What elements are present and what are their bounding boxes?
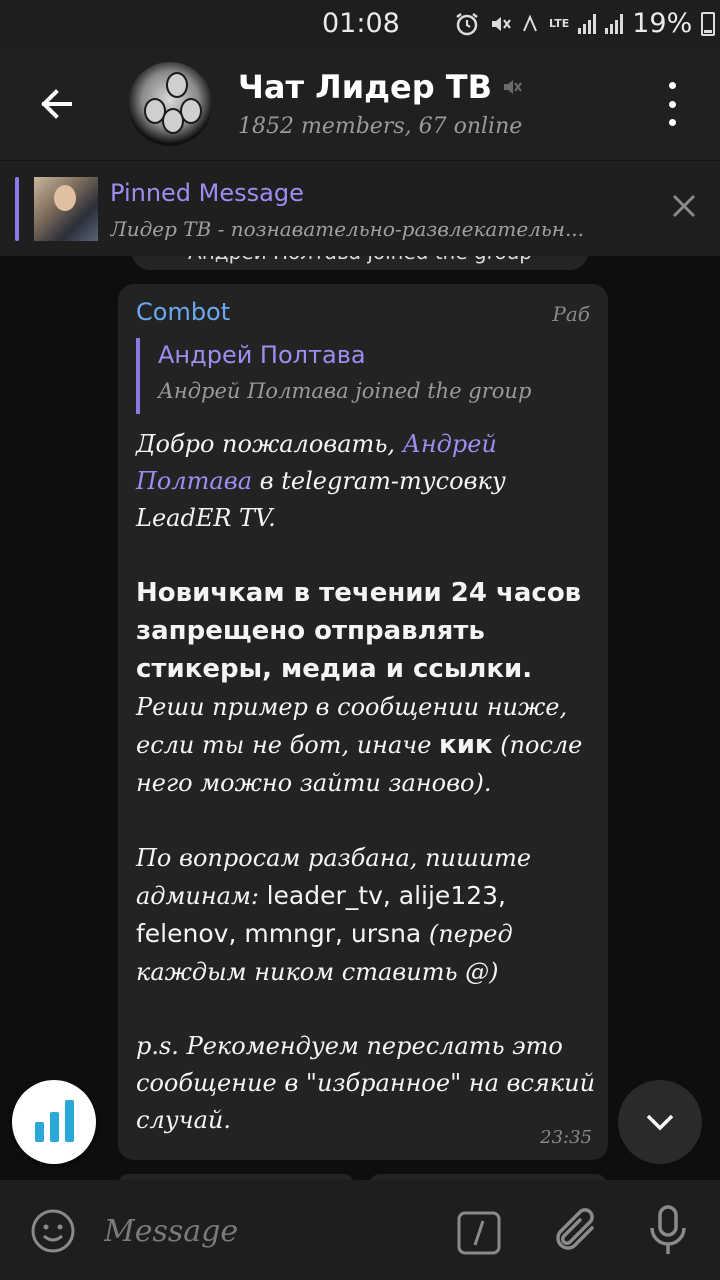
battery-percent: 19%: [632, 8, 693, 39]
pinned-message-bar[interactable]: Pinned Message Лидер ТВ - познавательно-…: [0, 160, 720, 256]
pinned-thumbnail: [34, 177, 98, 241]
battery-icon: [701, 11, 716, 36]
service-message: Андрей Полтава joined the group: [132, 256, 588, 270]
muted-icon: [503, 80, 522, 94]
message-edit-mark: Раб: [552, 302, 590, 326]
members-count: 1852 members, 67 online: [238, 114, 523, 139]
close-pinned-icon[interactable]: [666, 188, 702, 224]
attach-icon[interactable]: [552, 1206, 600, 1256]
stats-bot-button[interactable]: [12, 1080, 96, 1164]
status-time: 01:08: [322, 8, 400, 39]
chevron-down-icon: [646, 1114, 674, 1131]
chart-bar-icon: [49, 1112, 59, 1142]
chat-header: Чат Лидер ТВ 1852 members, 67 online: [0, 48, 720, 160]
mute-sound-icon: [492, 16, 511, 31]
chart-bar-icon: [64, 1100, 74, 1142]
kick-word: кик: [439, 730, 493, 760]
pinned-text: Лидер ТВ - познавательно-развлекательн..…: [110, 217, 585, 241]
bot-commands-icon[interactable]: [456, 1210, 502, 1256]
microphone-icon[interactable]: [646, 1204, 690, 1258]
pinned-accent-bar: [15, 177, 19, 241]
wifi-icon: [523, 13, 537, 31]
status-bar: 01:08 LTE 19%: [0, 0, 720, 48]
lte-icon: LTE: [549, 17, 570, 30]
chat-title-row[interactable]: Чат Лидер ТВ: [238, 68, 522, 106]
chat-title: Чат Лидер ТВ: [238, 68, 492, 106]
status-icons: LTE 19%: [454, 8, 716, 39]
chart-bar-icon: [34, 1122, 44, 1142]
scroll-down-button[interactable]: [618, 1080, 702, 1164]
back-button[interactable]: [30, 78, 82, 130]
signal-icon-2: [605, 13, 624, 34]
message-bubble[interactable]: Combot Раб Андрей Полтава Андрей Полтава…: [118, 284, 608, 1160]
welcome-prefix: Добро пожаловать,: [136, 430, 403, 458]
reply-text: Андрей Полтава joined the group: [158, 379, 532, 403]
ps-text: p.s. Рекомендуем переслать это сообщение…: [136, 1032, 596, 1134]
reply-preview[interactable]: Андрей Полтава Андрей Полтава joined the…: [136, 338, 576, 414]
more-menu-button[interactable]: [652, 82, 692, 126]
message-list[interactable]: Андрей Полтава joined the group Combot Р…: [0, 256, 720, 1180]
dot-icon: [668, 119, 676, 126]
emoji-icon[interactable]: [30, 1208, 76, 1254]
message-text: Добро пожаловать, Андрей Полтава в teleg…: [136, 426, 596, 1139]
message-input[interactable]: [104, 1206, 424, 1256]
back-arrow-icon: [41, 89, 72, 119]
message-sender[interactable]: Combot: [136, 298, 230, 326]
message-input-bar: [0, 1180, 720, 1280]
dot-icon: [668, 100, 676, 108]
signal-icon: [578, 13, 597, 34]
dot-icon: [668, 82, 676, 89]
group-avatar[interactable]: [128, 62, 212, 146]
rules-bold-text: Новичкам в течении 24 часов запрещено от…: [136, 578, 582, 684]
reply-author: Андрей Полтава: [158, 341, 366, 369]
pinned-title: Pinned Message: [110, 179, 304, 207]
alarm-icon: [456, 12, 478, 35]
message-time: 23:35: [540, 1127, 592, 1148]
